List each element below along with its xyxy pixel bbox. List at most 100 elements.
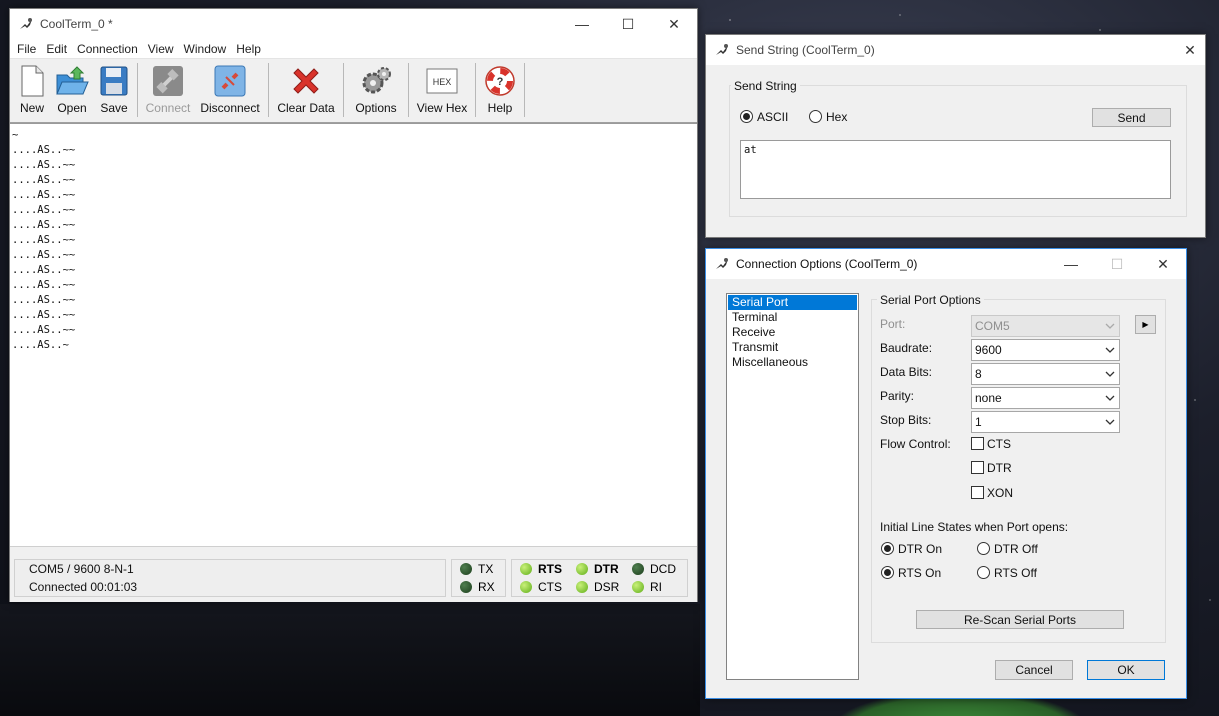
chevron-down-icon — [1105, 371, 1115, 377]
chevron-down-icon — [1105, 347, 1115, 353]
terminal-line: ....AS..~~ — [12, 204, 76, 216]
help-lifebuoy-icon: ? — [485, 66, 515, 96]
dtr-led-icon — [576, 563, 588, 575]
maximize-icon: ☐ — [1110, 255, 1124, 272]
stopbits-label: Stop Bits: — [880, 413, 932, 427]
disconnect-plug-icon — [214, 65, 246, 97]
options-button[interactable]: Options — [347, 59, 405, 123]
port-info-button[interactable]: ▶ — [1135, 315, 1156, 334]
send-titlebar[interactable]: Send String (CoolTerm_0) ✕ — [706, 35, 1205, 65]
ri-led-icon — [632, 581, 644, 593]
send-button[interactable]: Send — [1092, 108, 1171, 127]
cancel-button[interactable]: Cancel — [995, 660, 1073, 680]
help-button[interactable]: ? Help — [479, 59, 521, 123]
conn-window-title: Connection Options (CoolTerm_0) — [736, 257, 918, 271]
category-transmit[interactable]: Transmit — [728, 340, 857, 355]
maximize-icon[interactable]: ☐ — [605, 9, 651, 39]
dtr-on-radio-dot — [881, 542, 894, 555]
rts-indicator[interactable]: RTS — [520, 562, 562, 576]
terminal-line: ....AS..~~ — [12, 144, 76, 156]
minimize-icon[interactable]: — — [1048, 249, 1094, 279]
menu-edit[interactable]: Edit — [41, 42, 72, 56]
new-button[interactable]: New — [14, 59, 50, 123]
clear-x-icon — [293, 68, 319, 94]
open-button[interactable]: Open — [50, 59, 94, 123]
ascii-radio[interactable]: ASCII — [740, 110, 788, 124]
close-icon[interactable]: ✕ — [1140, 249, 1186, 279]
conn-titlebar[interactable]: Connection Options (CoolTerm_0) — ☐ ✕ — [706, 249, 1186, 279]
main-titlebar[interactable]: CoolTerm_0 * — ☐ ✕ — [10, 9, 697, 39]
toolbar: New Open Save Connect Disconnect Clear D… — [10, 59, 697, 123]
send-window-title: Send String (CoolTerm_0) — [736, 43, 875, 57]
category-terminal[interactable]: Terminal — [728, 310, 857, 325]
stopbits-select[interactable]: 1 — [971, 411, 1120, 433]
rts-on-radio[interactable]: RTS On — [881, 566, 941, 580]
dtr-indicator[interactable]: DTR — [576, 562, 619, 576]
terminal-line: ~ — [12, 129, 19, 141]
initial-line-states-label: Initial Line States when Port opens: — [880, 520, 1069, 534]
cts-led-icon — [520, 581, 532, 593]
rts-on-radio-dot — [881, 566, 894, 579]
menu-connection[interactable]: Connection — [72, 42, 143, 56]
status-txrx-box: TX RX — [451, 559, 506, 597]
hex-icon-text: HEX — [433, 77, 452, 87]
view-hex-label: View Hex — [416, 101, 468, 115]
status-port-settings: COM5 / 9600 8-N-1 — [29, 562, 134, 576]
send-text-input[interactable]: at — [740, 140, 1171, 199]
dtr-checkbox[interactable]: DTR — [971, 461, 1012, 475]
baudrate-select[interactable]: 9600 — [971, 339, 1120, 361]
hex-radio-dot — [809, 110, 822, 123]
status-connection-box: COM5 / 9600 8-N-1 Connected 00:01:03 — [14, 559, 446, 597]
rts-off-radio[interactable]: RTS Off — [977, 566, 1037, 580]
connect-button[interactable]: Connect — [141, 59, 195, 123]
menu-view[interactable]: View — [143, 42, 179, 56]
terminal-line: ....AS..~~ — [12, 189, 76, 201]
view-hex-button[interactable]: HEX View Hex — [412, 59, 472, 123]
minimize-icon[interactable]: — — [559, 9, 605, 39]
dsr-led-icon — [576, 581, 588, 593]
category-list[interactable]: Serial Port Terminal Receive Transmit Mi… — [726, 293, 859, 680]
toolbar-separator — [268, 63, 269, 117]
toolbar-separator — [524, 63, 525, 117]
terminal-line: ....AS..~~ — [12, 309, 76, 321]
terminal-line: ....AS..~~ — [12, 159, 76, 171]
menu-help[interactable]: Help — [231, 42, 266, 56]
status-bar: COM5 / 9600 8-N-1 Connected 00:01:03 TX … — [10, 546, 697, 602]
cts-checkbox[interactable]: CTS — [971, 437, 1011, 451]
menu-window[interactable]: Window — [179, 42, 232, 56]
port-select: COM5 — [971, 315, 1120, 337]
port-label: Port: — [880, 317, 906, 331]
terminal-output[interactable]: ~ ....AS..~~ ....AS..~~ ....AS..~~ ....AS..~… — [10, 123, 697, 546]
category-receive[interactable]: Receive — [728, 325, 857, 340]
dsr-indicator: DSR — [576, 580, 619, 594]
dtr-off-radio[interactable]: DTR Off — [977, 542, 1038, 556]
rx-led-icon — [460, 581, 472, 593]
dtr-checkbox-box — [971, 461, 984, 474]
category-serial-port[interactable]: Serial Port — [728, 295, 857, 310]
databits-select[interactable]: 8 — [971, 363, 1120, 385]
close-icon[interactable]: ✕ — [651, 9, 697, 39]
rts-led-icon — [520, 563, 532, 575]
baudrate-label: Baudrate: — [880, 341, 933, 355]
xon-checkbox[interactable]: XON — [971, 486, 1013, 500]
disconnect-button[interactable]: Disconnect — [195, 59, 265, 123]
new-file-icon — [21, 65, 44, 97]
toolbar-separator — [137, 63, 138, 117]
hex-radio[interactable]: Hex — [809, 110, 847, 124]
category-miscellaneous[interactable]: Miscellaneous — [728, 355, 857, 370]
terminal-line: ....AS..~ — [12, 339, 69, 351]
parity-select[interactable]: none — [971, 387, 1120, 409]
gear-icon — [362, 67, 391, 94]
status-connected-time: Connected 00:01:03 — [29, 580, 138, 594]
ascii-radio-dot — [740, 110, 753, 123]
save-button[interactable]: Save — [94, 59, 134, 123]
clear-data-button[interactable]: Clear Data — [272, 59, 340, 123]
terminal-line: ....AS..~~ — [12, 249, 76, 261]
dtr-on-radio[interactable]: DTR On — [881, 542, 942, 556]
hex-view-icon: HEX — [426, 68, 458, 94]
rescan-serial-ports-button[interactable]: Re-Scan Serial Ports — [916, 610, 1124, 629]
ok-button[interactable]: OK — [1087, 660, 1165, 680]
menu-file[interactable]: File — [12, 42, 41, 56]
close-icon[interactable]: ✕ — [1175, 35, 1205, 65]
chevron-down-icon — [1105, 323, 1115, 329]
